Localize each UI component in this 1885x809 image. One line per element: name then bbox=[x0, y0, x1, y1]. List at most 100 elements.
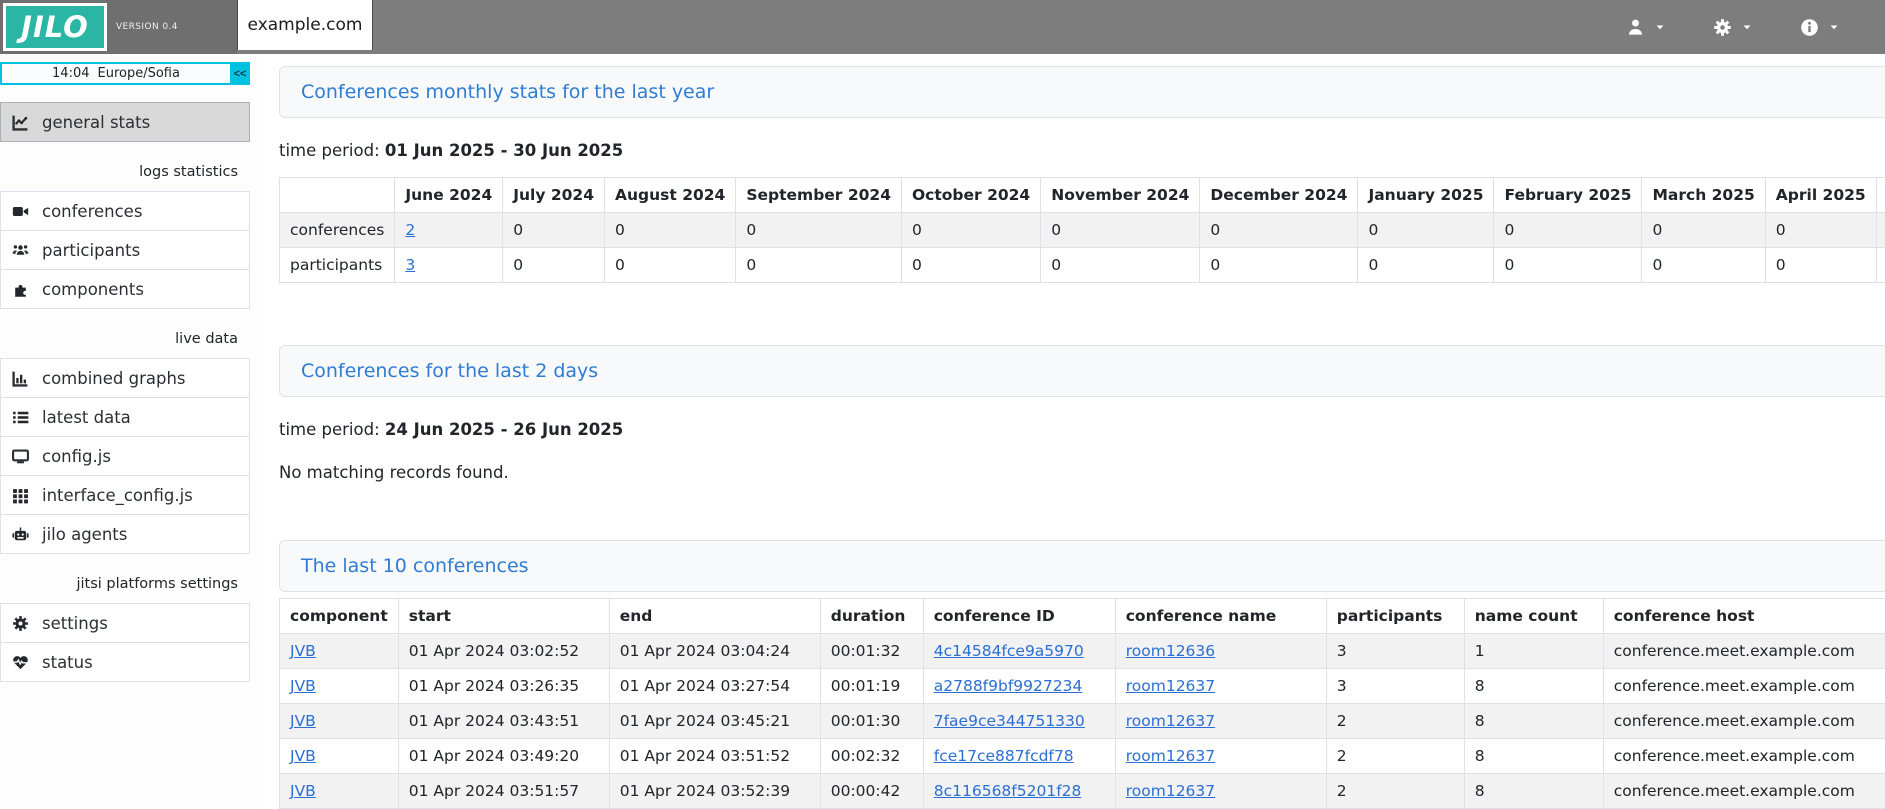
conference-column-header: start bbox=[398, 599, 609, 634]
last-2-days-title[interactable]: Conferences for the last 2 days bbox=[301, 360, 598, 382]
conference-cell-link[interactable]: JVB bbox=[290, 712, 316, 730]
conference-cell-link[interactable]: room12636 bbox=[1126, 642, 1215, 660]
topbar-spacer bbox=[373, 0, 1626, 54]
settings-menu[interactable] bbox=[1713, 18, 1752, 37]
conference-cell-link[interactable]: JVB bbox=[290, 782, 316, 800]
sidebar-collapse-button[interactable]: << bbox=[230, 62, 250, 85]
sidebar-nav: general stats logs statisticsconferencesp… bbox=[0, 102, 250, 692]
sidebar-item-label: general stats bbox=[42, 113, 150, 132]
conference-cell-link[interactable]: JVB bbox=[290, 677, 316, 695]
app-logo-text: JILO bbox=[21, 10, 89, 44]
last-10-conferences-title[interactable]: The last 10 conferences bbox=[301, 555, 529, 577]
users-icon bbox=[12, 242, 29, 259]
last-2-days-card: Conferences for the last 2 days bbox=[279, 345, 1885, 397]
conference-cell: conference.meet.example.com bbox=[1603, 669, 1885, 704]
conference-column-header: participants bbox=[1326, 599, 1464, 634]
monthly-stats-cell: 0 bbox=[736, 248, 902, 283]
user-menu[interactable] bbox=[1626, 18, 1665, 37]
conference-cell-link[interactable]: JVB bbox=[290, 642, 316, 660]
sidebar-item-status[interactable]: status bbox=[0, 642, 250, 682]
sidebar-item-combined-graphs[interactable]: combined graphs bbox=[0, 358, 250, 398]
monthly-stats-cell: 0 bbox=[1494, 248, 1642, 283]
app-logo[interactable]: JILO bbox=[3, 3, 107, 51]
caret-down-icon bbox=[1655, 22, 1665, 32]
conference-column-header: end bbox=[609, 599, 820, 634]
list-icon bbox=[12, 409, 29, 426]
sidebar-item-config-js[interactable]: config.js bbox=[0, 436, 250, 476]
conference-cell-link[interactable]: a2788f9bf9927234 bbox=[934, 677, 1083, 695]
conference-cell: conference.meet.example.com bbox=[1603, 704, 1885, 739]
sidebar-item-settings[interactable]: settings bbox=[0, 603, 250, 643]
monthly-stats-column-header: June 2024 bbox=[395, 178, 503, 213]
conference-row: JVB 01 Apr 2024 03:02:5201 Apr 2024 03:04… bbox=[280, 634, 1885, 669]
monthly-stats-column-header: May 2025 bbox=[1876, 178, 1885, 213]
monthly-stats-cell: 0 bbox=[1765, 248, 1876, 283]
gear-icon bbox=[12, 615, 29, 632]
conference-row: JVB01 Apr 2024 03:51:5701 Apr 2024 03:52… bbox=[280, 774, 1885, 809]
conference-cell-link[interactable]: room12637 bbox=[1126, 747, 1215, 765]
monthly-stats-cell: 0 bbox=[605, 248, 736, 283]
conference-cell-link[interactable]: room12637 bbox=[1126, 677, 1215, 695]
conference-cell: conference.meet.example.com bbox=[1603, 739, 1885, 774]
gear-icon bbox=[1713, 18, 1732, 37]
conference-cell-link[interactable]: JVB bbox=[290, 747, 316, 765]
conference-cell-link[interactable]: 7fae9ce344751330 bbox=[934, 712, 1085, 730]
conference-cell: room12637 bbox=[1115, 774, 1326, 809]
monthly-stats-column-header: December 2024 bbox=[1200, 178, 1358, 213]
monthly-stats-cell: 0 bbox=[902, 213, 1041, 248]
monthly-stats-cell: conferences bbox=[280, 213, 395, 248]
monthly-stats-row: conferences2000000000000 bbox=[280, 213, 1885, 248]
sidebar-item-label: jilo agents bbox=[42, 525, 127, 544]
monthly-stats-cell: 0 bbox=[1200, 248, 1358, 283]
conference-cell: 01 Apr 2024 03:49:20 bbox=[398, 739, 609, 774]
monthly-stats-column-header bbox=[280, 178, 395, 213]
sidebar-item-general-stats[interactable]: general stats bbox=[0, 102, 250, 142]
conference-cell: JVB bbox=[280, 669, 399, 704]
conference-cell: 00:01:30 bbox=[820, 704, 923, 739]
monthly-stats-cell: 0 bbox=[736, 213, 902, 248]
monthly-stats-cell: 0 bbox=[605, 213, 736, 248]
time-period-label: time period: bbox=[279, 141, 385, 160]
monthly-stats-column-header: July 2024 bbox=[503, 178, 605, 213]
info-icon bbox=[1800, 18, 1819, 37]
conference-cell: 8 bbox=[1464, 669, 1603, 704]
conference-cell-link[interactable]: 8c116568f5201f28 bbox=[934, 782, 1082, 800]
conference-cell: room12637 bbox=[1115, 704, 1326, 739]
sidebar-item-jilo-agents[interactable]: jilo agents bbox=[0, 514, 250, 554]
sidebar-item-participants[interactable]: participants bbox=[0, 230, 250, 270]
info-menu[interactable] bbox=[1800, 18, 1839, 37]
conference-column-header: component bbox=[280, 599, 399, 634]
conference-cell: 3 bbox=[1326, 669, 1464, 704]
conference-cell-link[interactable]: room12637 bbox=[1126, 782, 1215, 800]
conference-cell: 01 Apr 2024 03:04:24 bbox=[609, 634, 820, 669]
monthly-stats-header-row: June 2024July 2024August 2024September 2… bbox=[280, 178, 1885, 213]
monthly-stats-column-header: February 2025 bbox=[1494, 178, 1642, 213]
conference-cell-link[interactable]: 4c14584fce9a5970 bbox=[934, 642, 1084, 660]
monthly-stats-cell: 2 bbox=[395, 213, 503, 248]
platform-tab[interactable]: example.com bbox=[237, 0, 373, 50]
monthly-stats-cell: participants bbox=[280, 248, 395, 283]
monthly-stats-cell-link[interactable]: 3 bbox=[405, 256, 415, 274]
sidebar-item-interface-config-js[interactable]: interface_config.js bbox=[0, 475, 250, 515]
monthly-stats-cell: 0 bbox=[1200, 213, 1358, 248]
last-2-days-time-period: time period: 24 Jun 2025 - 26 Jun 2025 bbox=[279, 420, 1885, 439]
monthly-stats-title[interactable]: Conferences monthly stats for the last y… bbox=[301, 81, 714, 103]
sidebar-item-latest-data[interactable]: latest data bbox=[0, 397, 250, 437]
monthly-stats-cell: 0 bbox=[1494, 213, 1642, 248]
conference-cell-link[interactable]: room12637 bbox=[1126, 712, 1215, 730]
conference-row: JVB01 Apr 2024 03:26:3501 Apr 2024 03:27… bbox=[280, 669, 1885, 704]
conference-column-header: conference name bbox=[1115, 599, 1326, 634]
nav-group-header: logs statistics bbox=[0, 156, 250, 188]
conference-row: JVB01 Apr 2024 03:49:2001 Apr 2024 03:51… bbox=[280, 739, 1885, 774]
monthly-stats-cell-link[interactable]: 2 bbox=[405, 221, 415, 239]
heart-pulse-icon bbox=[12, 654, 29, 671]
sidebar-item-label: settings bbox=[42, 614, 108, 633]
sidebar-item-conferences[interactable]: conferences bbox=[0, 191, 250, 231]
sidebar-item-components[interactable]: components bbox=[0, 269, 250, 309]
conference-cell: 01 Apr 2024 03:02:52 bbox=[398, 634, 609, 669]
sidebar-item-label: interface_config.js bbox=[42, 486, 193, 505]
conference-cell-link[interactable]: fce17ce887fcdf78 bbox=[934, 747, 1074, 765]
topbar: JILO VERSION 0.4 example.com bbox=[0, 0, 1885, 54]
brand-zone: JILO VERSION 0.4 bbox=[0, 0, 237, 54]
conference-cell: 00:01:32 bbox=[820, 634, 923, 669]
